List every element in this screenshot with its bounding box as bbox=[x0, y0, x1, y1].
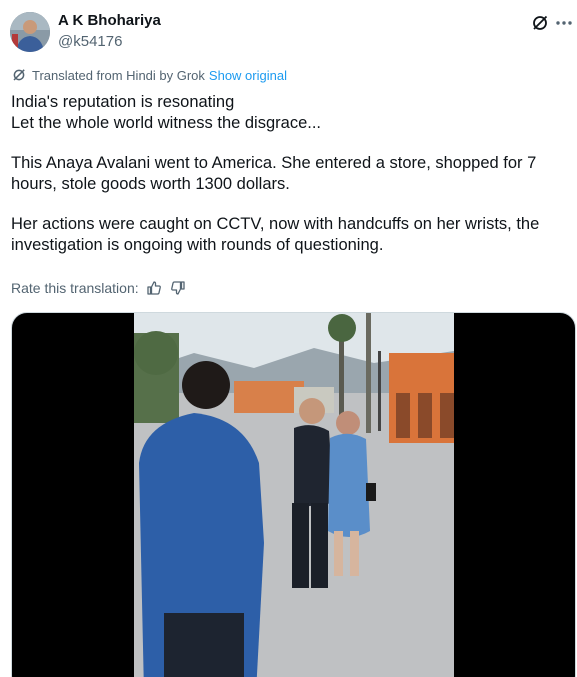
thumbs-up-icon[interactable] bbox=[145, 279, 163, 297]
post-line: India's reputation is resonating bbox=[11, 93, 235, 111]
video-player[interactable] bbox=[11, 312, 576, 677]
grok-slash-icon bbox=[533, 15, 548, 30]
rate-translation: Rate this translation: bbox=[11, 279, 187, 297]
author-handle[interactable]: @k54176 bbox=[58, 32, 161, 52]
avatar[interactable] bbox=[10, 12, 50, 52]
post-line: Let the whole world witness the disgrace… bbox=[11, 114, 321, 132]
post-line: investigation is ongoing with rounds of … bbox=[11, 236, 384, 254]
post-text: India's reputation is resonating Let the… bbox=[11, 92, 571, 256]
translation-label: Translated from Hindi by Grok bbox=[32, 67, 205, 83]
more-horizontal-icon bbox=[556, 21, 572, 25]
video-frame[interactable] bbox=[134, 313, 454, 677]
grok-slash-icon bbox=[12, 68, 26, 82]
post-line: Her actions were caught on CCTV, now wit… bbox=[11, 215, 540, 233]
translation-notice: Translated from Hindi by Grok Show origi… bbox=[12, 67, 287, 83]
rate-label: Rate this translation: bbox=[11, 280, 139, 296]
more-options-button[interactable] bbox=[553, 12, 575, 34]
grok-button[interactable] bbox=[529, 12, 551, 34]
thumbs-down-icon[interactable] bbox=[169, 279, 187, 297]
show-original-link[interactable]: Show original bbox=[209, 68, 287, 83]
post-line: This Anaya Avalani went to America. She … bbox=[11, 154, 537, 172]
post-line: hours, stole goods worth 1300 dollars. bbox=[11, 175, 290, 193]
author-block: A K Bhohariya @k54176 bbox=[58, 12, 161, 52]
author-display-name[interactable]: A K Bhohariya bbox=[58, 12, 161, 30]
